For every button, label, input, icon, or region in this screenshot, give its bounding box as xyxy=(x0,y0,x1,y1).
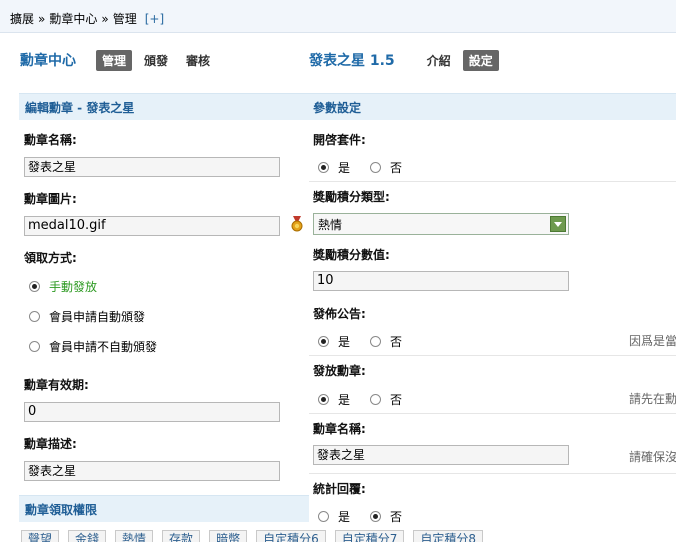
add-shortcut-link[interactable]: [+] xyxy=(145,12,164,26)
stats-replies-radio-group: 是 否 xyxy=(318,508,422,525)
bonus-value-label: 獎勵積分數值: xyxy=(313,248,390,262)
breadcrumb-separator: » xyxy=(38,12,46,26)
radio-icon xyxy=(370,336,382,347)
permission-button-deposit[interactable]: 存款 xyxy=(162,530,201,542)
medal-center-title[interactable]: 勳章中心 xyxy=(20,50,76,70)
radio-icon xyxy=(370,162,382,173)
breadcrumb-bar: 擴展» 勳章中心» 管理 [+] xyxy=(0,0,676,33)
radio-icon xyxy=(318,511,329,522)
post-announcement-hint: 因爲是當 xyxy=(629,334,676,348)
medal-name-input[interactable]: 發表之星 xyxy=(24,157,280,177)
radio-icon xyxy=(370,394,382,405)
tab-intro[interactable]: 介紹 xyxy=(421,50,457,71)
breadcrumb: 擴展» 勳章中心» 管理 [+] xyxy=(10,10,164,27)
breadcrumb-item-manage: 管理 xyxy=(112,12,137,26)
breadcrumb-item-extensions[interactable]: 擴展 xyxy=(10,12,34,26)
permission-button-reputation[interactable]: 聲望 xyxy=(21,530,60,542)
issue-medal-hint: 請先在勳 xyxy=(629,392,676,406)
radio-selected-icon xyxy=(318,394,329,405)
post-announcement-yes[interactable]: 是 xyxy=(318,333,350,350)
permission-button-list: 聲望 金錢 熱情 存款 暗幣 自定積分6 自定積分7 自定積分8 xyxy=(21,530,492,542)
post-announcement-label: 發佈公告: xyxy=(313,307,366,321)
medal-name-label: 勳章名稱: xyxy=(24,133,77,147)
breadcrumb-separator: » xyxy=(101,12,109,26)
claim-method-option-manual[interactable]: 手動發放 xyxy=(29,278,97,295)
param-medal-name-label: 勳章名稱: xyxy=(313,422,366,436)
medal-image-label: 勳章圖片: xyxy=(24,192,77,206)
medal-image-input[interactable]: medal10.gif xyxy=(24,216,280,236)
tab-review[interactable]: 審核 xyxy=(180,50,216,71)
post-announcement-radio-group: 是 否 xyxy=(318,333,422,350)
tab-manage[interactable]: 管理 xyxy=(96,49,133,71)
medal-description-label: 勳章描述: xyxy=(24,437,77,451)
divider xyxy=(309,355,676,356)
claim-method-option-auto[interactable]: 會員申請自動頒發 xyxy=(29,308,145,325)
radio-selected-icon xyxy=(29,281,40,292)
radio-icon xyxy=(29,341,40,352)
radio-selected-icon xyxy=(370,511,382,522)
enable-plugin-label: 開啓套件: xyxy=(313,133,366,147)
divider xyxy=(309,181,676,182)
bonus-type-select[interactable]: 熱情 xyxy=(313,213,569,235)
permission-button-dark-coin[interactable]: 暗幣 xyxy=(209,530,248,542)
parameter-settings-header: 參數設定 xyxy=(309,93,676,120)
issue-medal-label: 發放勳章: xyxy=(313,364,366,378)
param-medal-name-input[interactable]: 發表之星 xyxy=(313,445,569,465)
stats-replies-yes[interactable]: 是 xyxy=(318,508,350,525)
permission-button-passion[interactable]: 熱情 xyxy=(115,530,154,542)
medal-description-input[interactable]: 發表之星 xyxy=(24,461,280,481)
bonus-type-label: 獎勵積分類型: xyxy=(313,190,390,204)
breadcrumb-item-medal-center[interactable]: 勳章中心 xyxy=(49,12,97,26)
divider xyxy=(309,473,676,474)
tab-award[interactable]: 頒發 xyxy=(138,50,174,71)
issue-medal-radio-group: 是 否 xyxy=(318,391,422,408)
tab-settings[interactable]: 設定 xyxy=(462,49,499,71)
claim-method-label: 領取方式: xyxy=(24,251,77,265)
radio-icon xyxy=(29,311,40,322)
enable-plugin-yes[interactable]: 是 xyxy=(318,159,350,176)
radio-selected-icon xyxy=(318,162,329,173)
permission-button-custom-8[interactable]: 自定積分8 xyxy=(413,530,483,542)
permission-button-custom-7[interactable]: 自定積分7 xyxy=(334,530,405,542)
enable-plugin-radio-group: 是 否 xyxy=(318,159,422,176)
stats-replies-label: 統計回覆: xyxy=(313,482,366,496)
permission-button-money[interactable]: 金錢 xyxy=(68,530,107,542)
issue-medal-yes[interactable]: 是 xyxy=(318,391,350,408)
issue-medal-no[interactable]: 否 xyxy=(370,391,402,408)
medal-center-nav: 勳章中心 管理 頒發 審核 xyxy=(20,49,222,71)
medal-name-hint: 請確保沒 xyxy=(629,450,676,464)
edit-medal-header: 編輯勳章 - 發表之星 xyxy=(19,93,309,120)
medal-icon xyxy=(291,216,303,232)
bonus-type-value: 熱情 xyxy=(318,217,343,232)
divider xyxy=(309,413,676,414)
chevron-down-icon[interactable] xyxy=(550,216,566,232)
stats-replies-no[interactable]: 否 xyxy=(370,508,402,525)
medal-expiry-input[interactable]: 0 xyxy=(24,402,280,422)
post-announcement-no[interactable]: 否 xyxy=(370,333,402,350)
claim-permission-header: 勳章領取權限 xyxy=(19,495,309,522)
plugin-nav: 發表之星 1.5 介紹 設定 xyxy=(309,49,505,71)
enable-plugin-no[interactable]: 否 xyxy=(370,159,402,176)
bonus-value-input[interactable]: 10 xyxy=(313,271,569,291)
plugin-title[interactable]: 發表之星 1.5 xyxy=(309,50,395,70)
permission-button-custom-6[interactable]: 自定積分6 xyxy=(256,530,326,542)
radio-selected-icon xyxy=(318,336,329,347)
claim-method-option-no-auto[interactable]: 會員申請不自動頒發 xyxy=(29,338,157,355)
medal-expiry-label: 勳章有效期: xyxy=(24,378,89,392)
